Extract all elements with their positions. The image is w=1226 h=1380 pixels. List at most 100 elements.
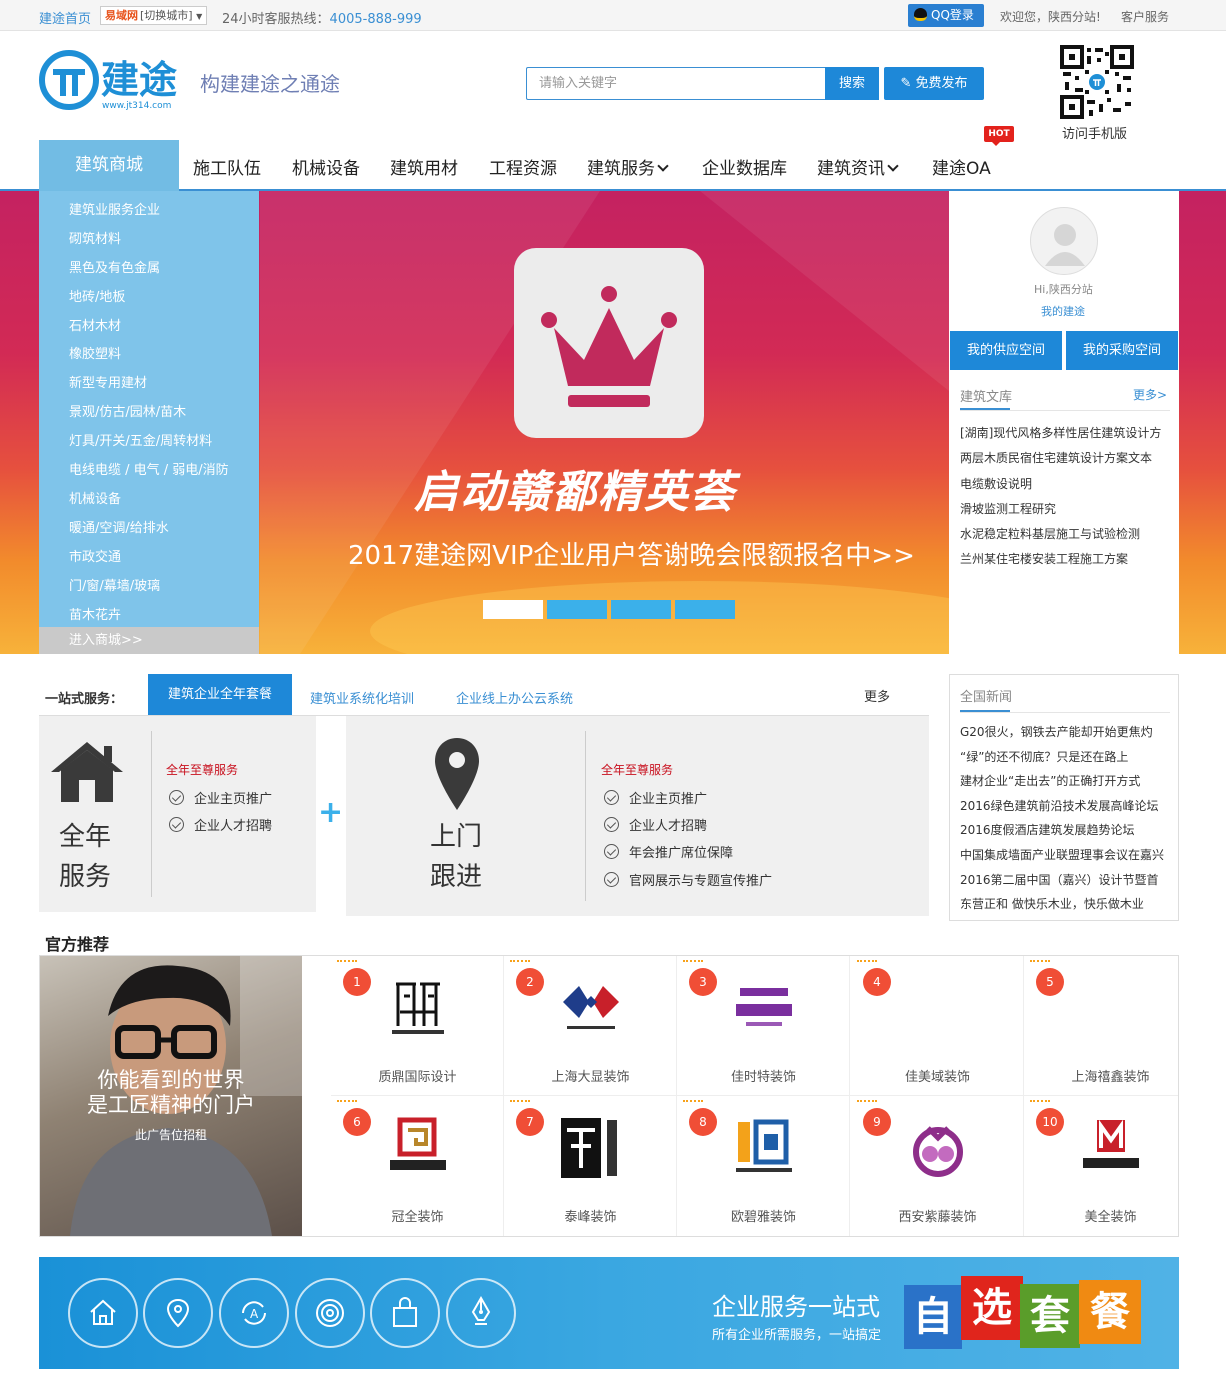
sidebar-item[interactable]: 砌筑材料 xyxy=(69,228,121,247)
search-button[interactable]: 搜索 xyxy=(825,67,879,100)
divider xyxy=(960,410,1170,411)
free-publish-button[interactable]: ✎ 免费发布 xyxy=(884,67,984,100)
ad-line2: 是工匠精神的门户 xyxy=(87,1093,255,1117)
qq-login-button[interactable]: QQ登录 xyxy=(908,4,984,27)
city-switcher[interactable]: 易域网 [切换城市] ▼ xyxy=(100,6,208,25)
avatar[interactable] xyxy=(1030,207,1098,275)
sidebar-item[interactable]: 机械设备 xyxy=(69,488,121,507)
sidebar-item[interactable]: 橡胶塑料 xyxy=(69,343,121,362)
service-item: 企业主页推广 xyxy=(604,788,707,807)
company-card[interactable]: 4 佳美域装饰 xyxy=(851,956,1024,1096)
news-item[interactable]: 2016绿色建筑前沿技术发展高峰论坛 xyxy=(960,797,1159,814)
search-input[interactable]: 请输入关键字 xyxy=(526,67,826,100)
sidebar-item[interactable]: 地砖/地板 xyxy=(69,286,125,305)
hotline-label: 24小时客服热线： xyxy=(222,12,330,27)
tab-cloud-office[interactable]: 企业线上办公云系统 xyxy=(456,688,573,707)
supply-space-button[interactable]: 我的供应空间 xyxy=(950,331,1062,370)
panel-heading: 全年至尊服务 xyxy=(166,763,239,777)
tab-training[interactable]: 建筑业系统化培训 xyxy=(310,688,414,707)
sidebar-item[interactable]: 门/窗/幕墙/玻璃 xyxy=(69,575,160,594)
company-card[interactable]: 2 上海大显装饰 xyxy=(504,956,677,1096)
user-greeting: Hi,陕西分站 xyxy=(1034,283,1093,296)
chevron-down-icon: ▼ xyxy=(196,12,203,21)
company-card[interactable]: 3 佳时特装饰 xyxy=(677,956,850,1096)
library-item[interactable]: 兰州某住宅楼安装工程施工方案 xyxy=(960,550,1128,567)
package-block: 餐 xyxy=(1079,1280,1141,1344)
news-item[interactable]: 2016第二届中国（嘉兴）设计节暨首 xyxy=(960,871,1159,888)
sidebar-item[interactable]: 建筑业服务企业 xyxy=(69,199,160,218)
pen-outline-icon xyxy=(446,1278,516,1348)
rank-badge: 9 xyxy=(857,1100,891,1136)
library-item[interactable]: 电缆敷设说明 xyxy=(960,475,1032,492)
check-circle-icon xyxy=(604,790,619,805)
nav-item-machinery[interactable]: 机械设备 xyxy=(292,154,360,179)
sidebar-item[interactable]: 黑色及有色金属 xyxy=(69,257,160,276)
chevron-down-icon xyxy=(887,160,899,172)
company-card[interactable]: 8 欧碧雅装饰 xyxy=(677,1096,850,1236)
site-logo[interactable]: 建途 www.jt314.com xyxy=(39,50,184,112)
nav-category-button[interactable]: 建筑商城 xyxy=(39,140,179,191)
company-card[interactable]: 7 泰峰装饰 xyxy=(504,1096,677,1236)
rank-badge: 3 xyxy=(683,960,717,996)
sidebar-item[interactable]: 石材木材 xyxy=(69,315,121,334)
library-more-link[interactable]: 更多> xyxy=(1133,386,1167,403)
company-card[interactable]: 1 质鼎国际设计 xyxy=(331,956,504,1096)
company-card[interactable]: 9 西安紫藤装饰 xyxy=(851,1096,1024,1236)
qq-icon xyxy=(914,8,927,21)
purchase-space-button[interactable]: 我的采购空间 xyxy=(1066,331,1178,370)
nav-item-construction-team[interactable]: 施工队伍 xyxy=(193,154,261,179)
library-item[interactable]: 水泥稳定粒料基层施工与试验检测 xyxy=(960,525,1140,542)
news-item[interactable]: 东营正和 做快乐木业，快乐做木业 xyxy=(960,895,1144,912)
my-jiantu-link[interactable]: 我的建途 xyxy=(1041,303,1085,319)
company-card[interactable]: 6 冠全装饰 xyxy=(331,1096,504,1236)
slide-indicator[interactable] xyxy=(547,600,607,619)
nav-item-services[interactable]: 建筑服务 xyxy=(587,154,669,179)
panel-title-line1: 上门 xyxy=(430,822,483,852)
news-item[interactable]: 建材企业“走出去”的正确打开方式 xyxy=(960,772,1140,789)
banner-subtitle-link[interactable]: 2017建途网VIP企业用户答谢晚会限额报名中>> xyxy=(348,535,915,572)
one-stop-more-link[interactable]: 更多 xyxy=(864,686,890,705)
nav-item-oa[interactable]: 建途OA xyxy=(932,154,991,179)
company-card[interactable]: 5 上海禧鑫装饰 xyxy=(1024,956,1197,1096)
company-card[interactable]: 10 美全装饰 xyxy=(1024,1096,1197,1236)
service-item-label: 年会推广席位保障 xyxy=(629,846,734,861)
news-item[interactable]: “绿”的还不彻底？只是还在路上 xyxy=(960,748,1128,765)
panel-heading: 全年至尊服务 xyxy=(601,763,674,777)
edit-icon: ✎ xyxy=(900,76,912,91)
ad-line3: 此广告位招租 xyxy=(134,1128,207,1142)
slide-indicator[interactable] xyxy=(675,600,735,619)
refresh-outline-icon: A xyxy=(219,1278,289,1348)
sidebar-item[interactable]: 灯具/开关/五金/周转材料 xyxy=(69,430,212,449)
sidebar-item[interactable]: 苗木花卉 xyxy=(69,604,121,623)
slide-indicator[interactable] xyxy=(611,600,671,619)
sidebar-item[interactable]: 景观/仿古/园林/苗木 xyxy=(69,401,186,420)
slide-indicator[interactable] xyxy=(483,600,543,619)
company-name: 冠全装饰 xyxy=(391,1210,444,1225)
home-link[interactable]: 建途首页 xyxy=(39,8,91,27)
library-item[interactable]: [湖南]现代风格多样性居住建筑设计方 xyxy=(960,424,1161,441)
library-item[interactable]: 滑坡监测工程研究 xyxy=(960,500,1056,517)
enter-mall-link[interactable]: 进入商城>> xyxy=(39,627,259,654)
rank-badge: 8 xyxy=(683,1100,717,1136)
news-item[interactable]: 中国集成墙面产业联盟理事会议在嘉兴 xyxy=(960,846,1164,863)
news-item[interactable]: G20很火，钢铁去产能却开始更焦灼 xyxy=(960,723,1153,740)
library-item[interactable]: 两层木质民宿住宅建筑设计方案文本 xyxy=(960,449,1152,466)
nav-item-enterprise-db[interactable]: 企业数据库 xyxy=(702,154,787,179)
nav-item-news[interactable]: 建筑资讯 xyxy=(817,154,899,179)
service-item-label: 官网展示与专题宣传推广 xyxy=(629,874,773,889)
nav-item-engineering[interactable]: 工程资源 xyxy=(489,154,557,179)
company-logo-icon xyxy=(1083,1119,1139,1168)
sidebar-item[interactable]: 市政交通 xyxy=(69,546,121,565)
tab-annual-package[interactable]: 建筑企业全年套餐 xyxy=(148,674,292,716)
rank-badge: 7 xyxy=(510,1100,544,1136)
category-sidebar: 建筑业服务企业 砌筑材料 黑色及有色金属 地砖/地板 石材木材 橡胶塑料 新型专… xyxy=(39,191,259,654)
sidebar-item[interactable]: 电线电缆 / 电气 / 弱电/消防 xyxy=(69,459,229,478)
sidebar-item[interactable]: 新型专用建材 xyxy=(69,372,147,391)
divider xyxy=(585,731,586,901)
rank-badge: 10 xyxy=(1030,1100,1064,1136)
news-item[interactable]: 2016度假酒店建筑发展趋势论坛 xyxy=(960,821,1135,838)
sidebar-item[interactable]: 暖通/空调/给排水 xyxy=(69,517,169,536)
customer-service-link[interactable]: 客户服务 xyxy=(1121,8,1169,25)
nav-item-materials[interactable]: 建筑用材 xyxy=(390,154,458,179)
company-logo-icon xyxy=(736,1119,792,1172)
